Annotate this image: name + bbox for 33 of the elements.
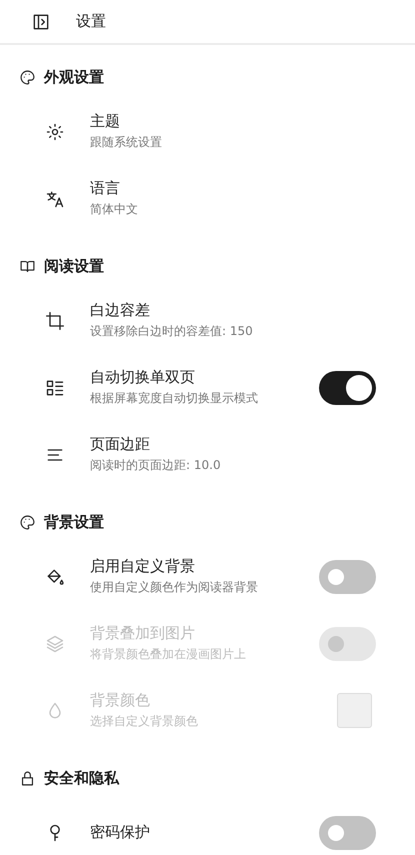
setting-description: 使用自定义颜色作为阅读器背景 [90, 579, 259, 596]
setting-title[interactable]: 语言 [90, 179, 376, 198]
translate-icon [45, 188, 65, 208]
setting-title[interactable]: 页面边距 [90, 435, 376, 454]
crop-icon [45, 310, 65, 330]
toggle-switch[interactable] [319, 370, 376, 404]
section-title: 背景设置 [44, 512, 104, 532]
sidebar-toggle-icon[interactable] [31, 12, 51, 32]
setting-title[interactable]: 密码保护 [90, 823, 319, 842]
toggle-switch[interactable] [319, 560, 376, 594]
section-title: 安全和隐私 [44, 768, 119, 788]
section-title: 阅读设置 [44, 256, 104, 276]
list-icon [45, 378, 65, 398]
paint-bucket-icon [45, 566, 65, 586]
setting-description: 选择自定义背景颜色 [90, 713, 199, 730]
palette-icon [19, 514, 36, 530]
setting-description: 设置移除白边时的容差值: 150 [90, 323, 254, 340]
layers-icon [45, 634, 65, 654]
setting-title[interactable]: 白边容差 [90, 301, 376, 320]
palette-icon [19, 68, 36, 86]
setting-description: 根据屏幕宽度自动切换显示模式 [90, 390, 259, 407]
lock-icon [19, 770, 36, 786]
toggle-switch[interactable] [319, 816, 376, 850]
page-title: 设置 [76, 12, 106, 31]
setting-title[interactable]: 主题 [90, 112, 376, 131]
setting-description: 简体中文 [90, 201, 139, 218]
section-title: 外观设置 [44, 68, 104, 86]
sun-icon [45, 122, 65, 142]
setting-description: 阅读时的页面边距: 10.0 [90, 457, 222, 474]
setting-title[interactable]: 启用自定义背景 [90, 557, 319, 576]
setting-description: 将背景颜色叠加在漫画图片上 [90, 646, 247, 663]
setting-description: 跟随系统设置 [90, 134, 163, 151]
setting-title[interactable]: 自动切换单双页 [90, 368, 319, 387]
